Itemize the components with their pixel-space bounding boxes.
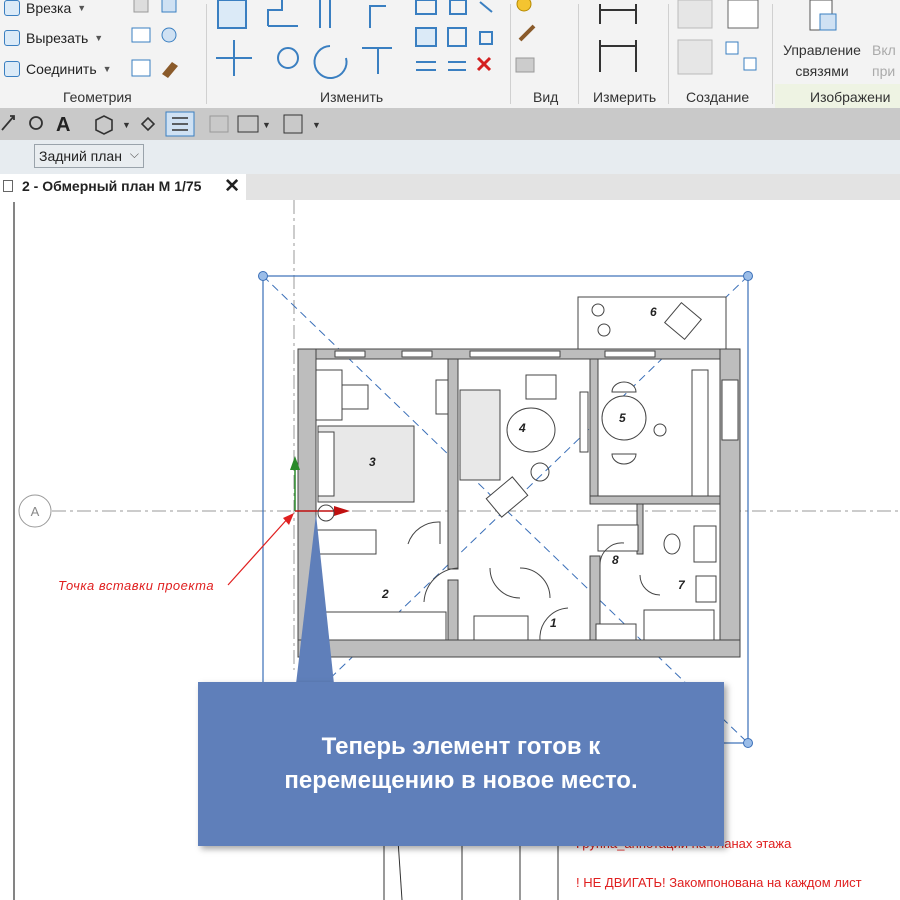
cope-label: Врезка xyxy=(26,0,72,16)
insertion-point-label: Точка вставки проекта xyxy=(58,578,215,593)
modify-panel-label: Изменить xyxy=(320,89,384,105)
partial-ribbon-button[interactable]: Вкл при xyxy=(872,40,896,82)
manage-links-label-1: Управление xyxy=(783,42,861,58)
tab-title: 2 - Обмерный план М 1/75 xyxy=(22,178,202,194)
measure-tools[interactable] xyxy=(590,0,660,84)
partial-label-1: Вкл xyxy=(872,42,896,58)
room-number: 2 xyxy=(381,587,389,601)
cut-button[interactable]: Вырезать ▼ xyxy=(4,30,103,46)
geometry-tools[interactable] xyxy=(128,0,202,84)
create-panel-label: Создание xyxy=(686,89,750,105)
join-icon xyxy=(4,61,20,77)
modify-tools[interactable] xyxy=(210,0,510,84)
cut-icon xyxy=(4,30,20,46)
tab-floor-plan[interactable]: 2 - Обмерный план М 1/75 ✕ xyxy=(0,174,246,200)
chevron-down-icon[interactable]: ⌵ xyxy=(130,147,139,162)
svg-text:A: A xyxy=(56,114,70,136)
room-number: 7 xyxy=(678,578,686,592)
geometry-panel-label: Геометрия xyxy=(63,89,132,105)
measure-panel-label: Измерить xyxy=(593,89,657,105)
room-number: 8 xyxy=(612,553,619,567)
view-selector[interactable]: Задний план ⌵ xyxy=(34,144,144,168)
images-panel-label: Изображени xyxy=(810,89,891,105)
join-button[interactable]: Соединить ▼ xyxy=(4,61,112,77)
view-panel-label: Вид xyxy=(533,89,559,105)
create-tools[interactable] xyxy=(672,0,772,84)
partial-label-2: при xyxy=(872,63,896,79)
chevron-down-icon[interactable]: ▼ xyxy=(77,3,86,13)
chevron-down-icon[interactable]: ▼ xyxy=(103,64,112,74)
view-selector-value: Задний план xyxy=(39,148,122,164)
manage-links-button[interactable]: Управление связями xyxy=(776,0,868,84)
svg-text:▼: ▼ xyxy=(312,120,321,130)
grid-bubble-label: A xyxy=(31,504,40,519)
do-not-move-note: ! НЕ ДВИГАТЬ! Закомпонована на каждом ли… xyxy=(576,875,862,890)
manage-links-label-2: связями xyxy=(795,63,849,79)
room-number: 5 xyxy=(619,411,626,425)
callout-line-1: Теперь элемент готов к xyxy=(321,733,601,760)
tutorial-callout: Теперь элемент готов к перемещению в нов… xyxy=(198,682,724,846)
svg-text:▼: ▼ xyxy=(122,120,131,130)
svg-text:▼: ▼ xyxy=(262,120,271,130)
quick-toolbar-icons[interactable]: A ▼ ▼ ▼ xyxy=(0,108,340,140)
callout-line-2: перемещению в новое место. xyxy=(284,767,638,794)
close-icon[interactable]: ✕ xyxy=(224,175,240,198)
room-number: 4 xyxy=(518,421,526,435)
room-number: 1 xyxy=(550,616,557,630)
join-label: Соединить xyxy=(26,61,97,77)
room-number: 6 xyxy=(650,305,657,319)
cut-join-button[interactable]: Врезка ▼ xyxy=(4,0,86,16)
cut-label: Вырезать xyxy=(26,30,89,46)
quick-toolbar: A ▼ ▼ ▼ xyxy=(0,108,900,140)
manage-links-icon xyxy=(809,0,837,31)
cope-icon xyxy=(4,0,20,16)
document-icon xyxy=(3,180,13,192)
room-number: 3 xyxy=(369,455,376,469)
view-tools[interactable] xyxy=(512,0,562,84)
chevron-down-icon[interactable]: ▼ xyxy=(94,33,103,43)
ribbon: Врезка ▼ Вырезать ▼ Соединить ▼ Геометри… xyxy=(0,0,900,109)
